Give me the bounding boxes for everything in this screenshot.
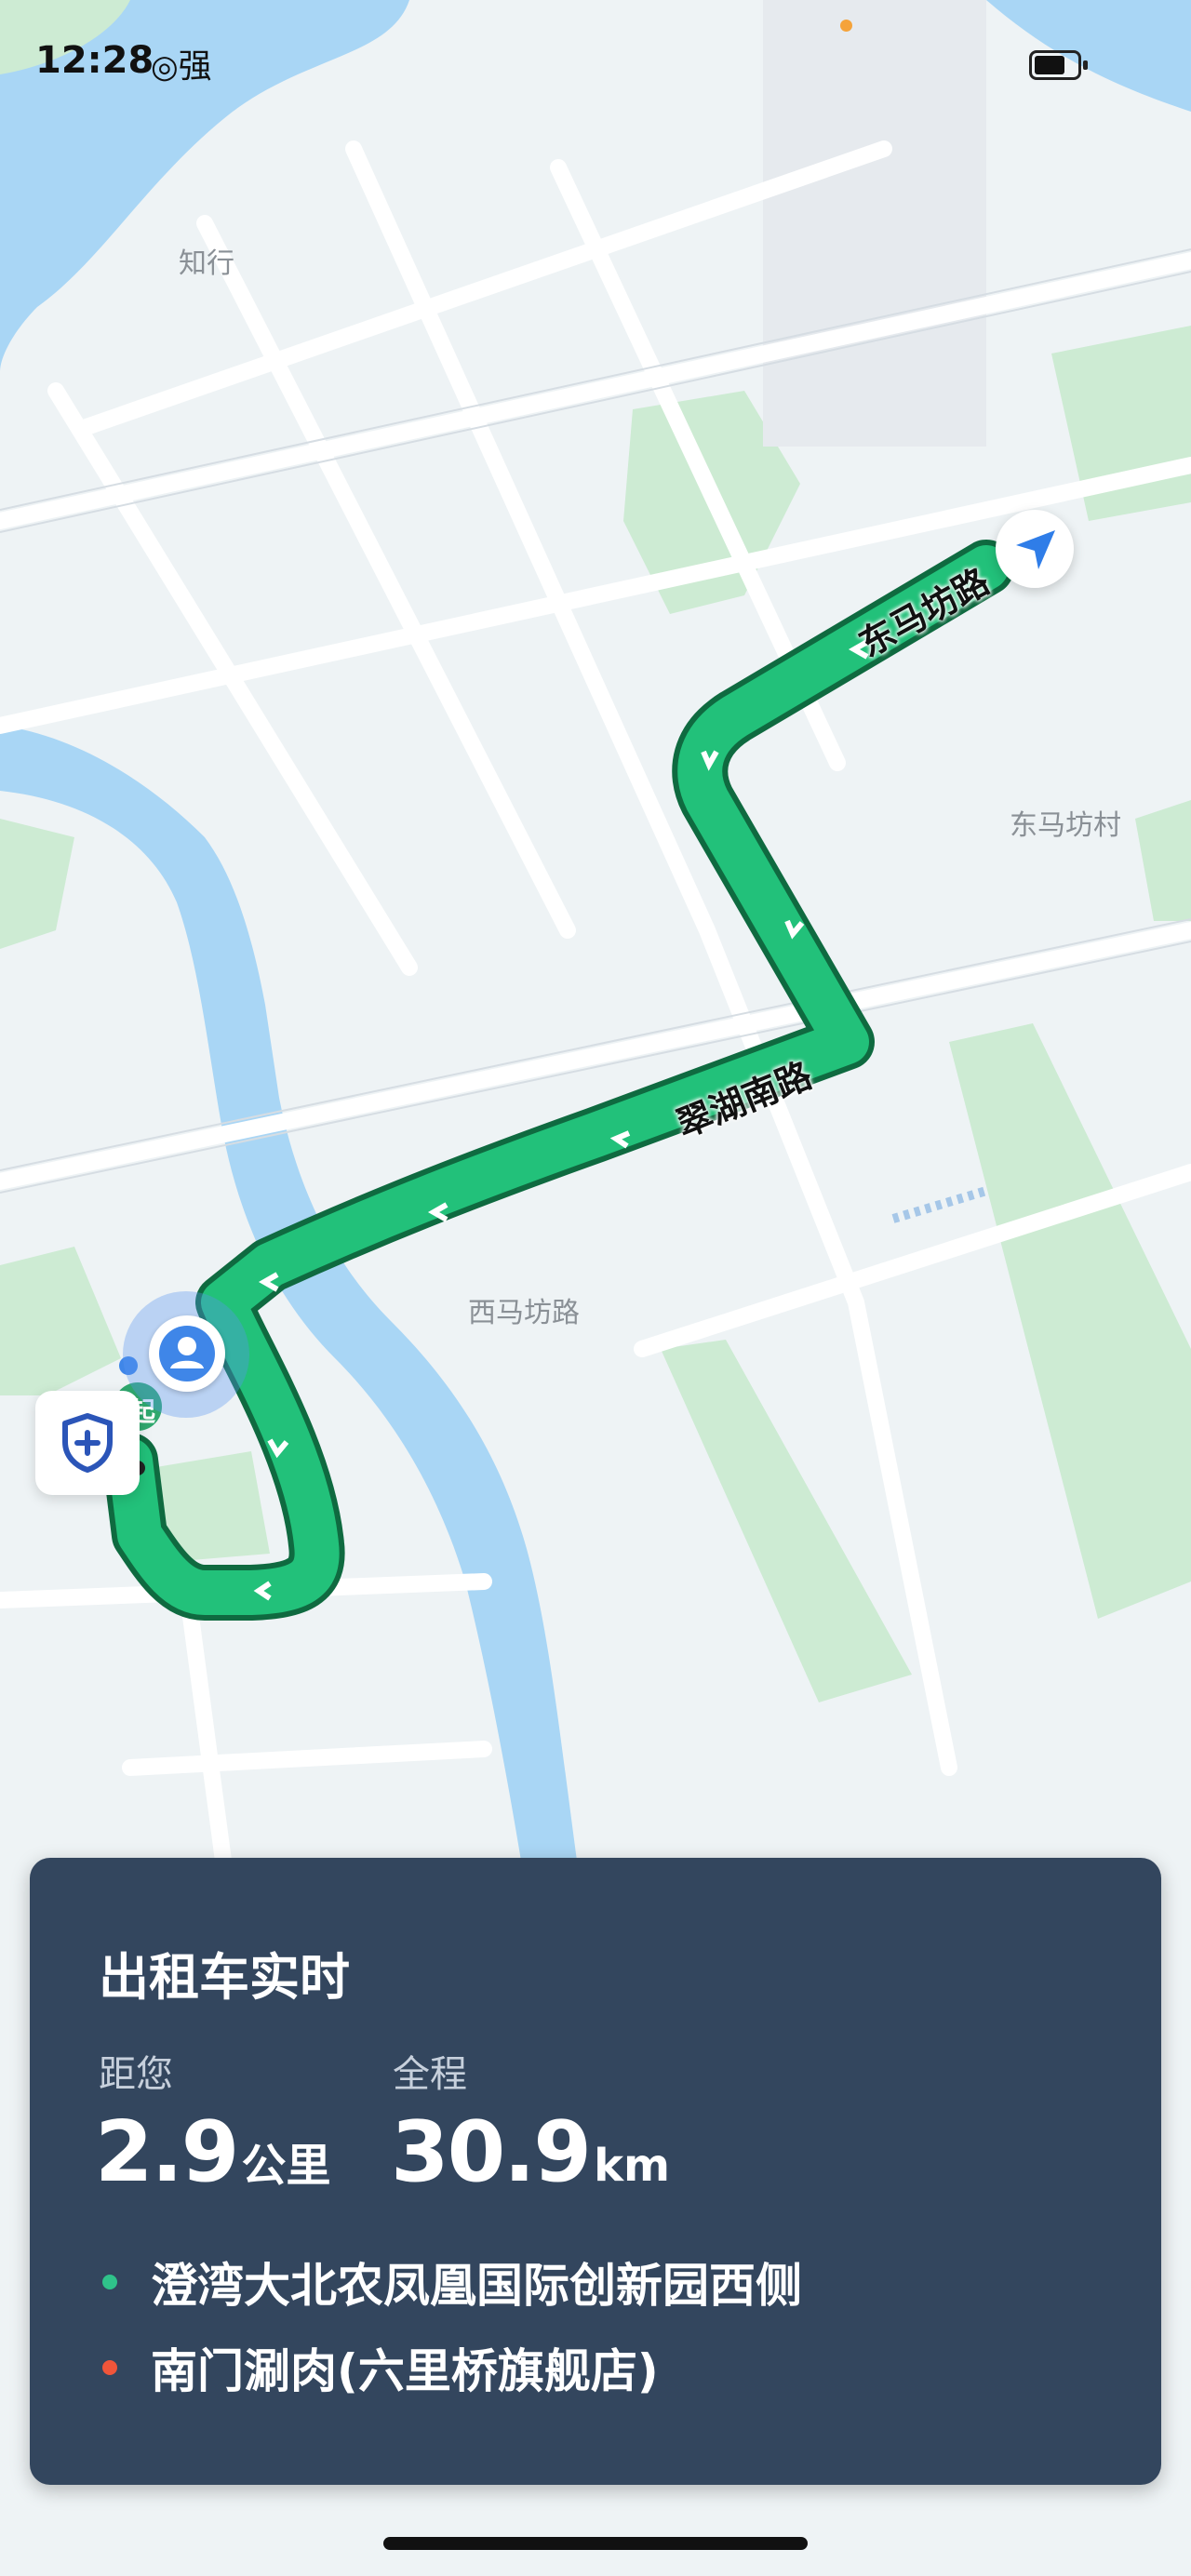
signal-icon: ◎ <box>151 48 179 86</box>
place-label-dongmafang-village: 东马坊村 <box>1010 809 1121 842</box>
road-label-ximafang: 西马坊路 <box>468 1297 580 1329</box>
distance-to-you-unit: 公里 <box>241 2140 331 2192</box>
status-time: 12:28 <box>35 39 154 82</box>
card-title: 出租车实时 <box>99 1948 350 2007</box>
destination-address: 南门涮肉(六里桥旗舰店) <box>151 2344 659 2398</box>
place-label-zhixing: 知行 <box>179 247 234 280</box>
destination-dot <box>102 2360 117 2375</box>
battery-icon <box>1029 50 1088 80</box>
total-distance-unit: km <box>594 2140 670 2192</box>
safety-center-button[interactable] <box>35 1391 140 1495</box>
user-location-icon <box>159 1326 215 1381</box>
status-bar: 12:28 ◎强 <box>0 0 1191 121</box>
total-distance-label: 全程 <box>393 2053 467 2096</box>
distance-to-you-value: 2.9公里 <box>95 2103 331 2201</box>
origin-address: 澄湾大北农凤凰国际创新园西侧 <box>151 2259 802 2313</box>
trip-info-card: 出租车实时 距您 2.9公里 全程 30.9km 澄湾大北农凤凰国际创新园西侧 … <box>30 1858 1161 2485</box>
navigation-arrow-icon <box>1016 530 1055 569</box>
home-indicator[interactable] <box>383 2537 808 2550</box>
total-distance-value: 30.9km <box>391 2103 670 2201</box>
distance-to-you-label: 距您 <box>99 2053 173 2096</box>
shield-plus-icon <box>62 1413 113 1473</box>
user-location-marker[interactable] <box>149 1315 225 1392</box>
signal-strength: ◎强 <box>151 47 212 86</box>
vehicle-location-marker[interactable] <box>996 510 1074 588</box>
origin-dot <box>102 2275 117 2289</box>
